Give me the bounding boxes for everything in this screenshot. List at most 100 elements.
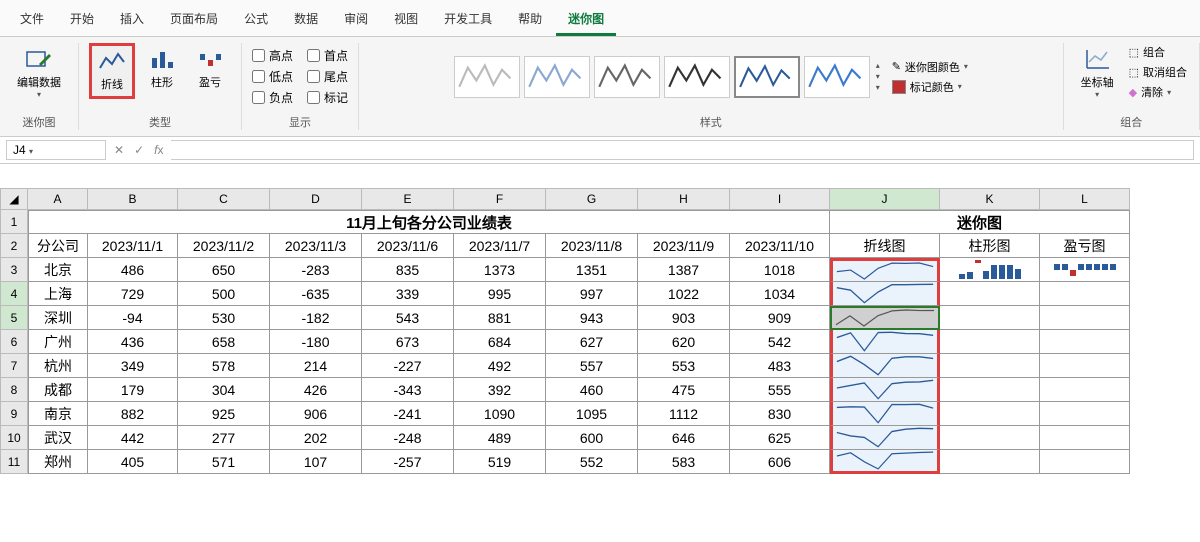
col-header-J[interactable]: J <box>830 188 940 210</box>
data-cell[interactable]: 553 <box>638 354 730 378</box>
sparkline-line-cell[interactable] <box>830 354 940 378</box>
header-cell[interactable]: 2023/11/6 <box>362 234 454 258</box>
data-cell[interactable]: 277 <box>178 426 270 450</box>
data-cell[interactable]: 997 <box>546 282 638 306</box>
formula-bar[interactable] <box>171 140 1194 160</box>
city-cell[interactable]: 杭州 <box>28 354 88 378</box>
col-header-B[interactable]: B <box>88 188 178 210</box>
empty-cell[interactable] <box>1040 426 1130 450</box>
empty-cell[interactable] <box>940 426 1040 450</box>
header-cell[interactable]: 2023/11/9 <box>638 234 730 258</box>
data-cell[interactable]: -241 <box>362 402 454 426</box>
city-cell[interactable]: 南京 <box>28 402 88 426</box>
group-button[interactable]: ⬚组合 <box>1127 43 1189 61</box>
data-cell[interactable]: -227 <box>362 354 454 378</box>
col-header-E[interactable]: E <box>362 188 454 210</box>
data-cell[interactable]: 1373 <box>454 258 546 282</box>
data-cell[interactable]: 492 <box>454 354 546 378</box>
data-cell[interactable]: 620 <box>638 330 730 354</box>
data-cell[interactable]: 882 <box>88 402 178 426</box>
mini-header-cell[interactable]: 迷你图 <box>830 210 1130 234</box>
tab-公式[interactable]: 公式 <box>232 4 280 36</box>
empty-cell[interactable] <box>940 306 1040 330</box>
data-cell[interactable]: -635 <box>270 282 362 306</box>
axis-button[interactable]: 坐标轴 ▾ <box>1074 43 1121 104</box>
row-header-4[interactable]: 4 <box>0 282 28 306</box>
clear-button[interactable]: ◆清除▾ <box>1127 83 1189 101</box>
data-cell[interactable]: 552 <box>546 450 638 474</box>
header-cell[interactable]: 分公司 <box>28 234 88 258</box>
data-cell[interactable]: 943 <box>546 306 638 330</box>
data-cell[interactable]: 179 <box>88 378 178 402</box>
col-header-I[interactable]: I <box>730 188 830 210</box>
tab-开发工具[interactable]: 开发工具 <box>432 4 504 36</box>
data-cell[interactable]: 489 <box>454 426 546 450</box>
sparkline-line-cell[interactable] <box>830 306 940 330</box>
tab-页面布局[interactable]: 页面布局 <box>158 4 230 36</box>
header-cell[interactable]: 2023/11/8 <box>546 234 638 258</box>
style-preset-1[interactable] <box>524 56 590 98</box>
style-preset-4[interactable] <box>734 56 800 98</box>
data-cell[interactable]: 835 <box>362 258 454 282</box>
data-cell[interactable]: 600 <box>546 426 638 450</box>
data-cell[interactable]: 475 <box>638 378 730 402</box>
spreadsheet-grid[interactable]: ◢ABCDEFGHIJKL111月上旬各分公司业绩表迷你图2分公司2023/11… <box>0 188 1200 474</box>
header-cell[interactable]: 2023/11/2 <box>178 234 270 258</box>
data-cell[interactable]: -180 <box>270 330 362 354</box>
select-all-corner[interactable]: ◢ <box>0 188 28 210</box>
sparkline-line-cell[interactable] <box>830 282 940 306</box>
sparkline-line-button[interactable]: 折线 <box>89 43 135 99</box>
data-cell[interactable]: 339 <box>362 282 454 306</box>
cancel-formula-icon[interactable]: ✕ <box>114 143 124 157</box>
sparkline-winloss-cell[interactable] <box>1040 258 1130 282</box>
empty-cell[interactable] <box>1040 378 1130 402</box>
data-cell[interactable]: 304 <box>178 378 270 402</box>
check-neg-point[interactable]: 负点 <box>252 89 293 106</box>
empty-cell[interactable] <box>1040 354 1130 378</box>
col-header-K[interactable]: K <box>940 188 1040 210</box>
row-header-5[interactable]: 5 <box>0 306 28 330</box>
col-header-F[interactable]: F <box>454 188 546 210</box>
city-cell[interactable]: 上海 <box>28 282 88 306</box>
data-cell[interactable]: 486 <box>88 258 178 282</box>
col-header-G[interactable]: G <box>546 188 638 210</box>
check-last-point[interactable]: 尾点 <box>307 68 348 85</box>
data-cell[interactable]: 555 <box>730 378 830 402</box>
empty-cell[interactable] <box>940 450 1040 474</box>
empty-cell[interactable] <box>940 282 1040 306</box>
data-cell[interactable]: 436 <box>88 330 178 354</box>
data-cell[interactable]: 658 <box>178 330 270 354</box>
empty-cell[interactable] <box>1040 450 1130 474</box>
check-low-point[interactable]: 低点 <box>252 68 293 85</box>
data-cell[interactable]: 460 <box>546 378 638 402</box>
header-cell[interactable]: 折线图 <box>830 234 940 258</box>
data-cell[interactable]: 925 <box>178 402 270 426</box>
marker-color-button[interactable]: 标记颜色▾ <box>892 79 968 95</box>
data-cell[interactable]: 578 <box>178 354 270 378</box>
data-cell[interactable]: 903 <box>638 306 730 330</box>
empty-cell[interactable] <box>940 402 1040 426</box>
check-first-point[interactable]: 首点 <box>307 47 348 64</box>
data-cell[interactable]: 392 <box>454 378 546 402</box>
edit-data-button[interactable]: 编辑数据 ▾ <box>10 43 68 104</box>
ungroup-button[interactable]: ⬚取消组合 <box>1127 63 1189 81</box>
row-header-3[interactable]: 3 <box>0 258 28 282</box>
header-cell[interactable]: 2023/11/10 <box>730 234 830 258</box>
data-cell[interactable]: 405 <box>88 450 178 474</box>
empty-cell[interactable] <box>1040 306 1130 330</box>
data-cell[interactable]: 530 <box>178 306 270 330</box>
sparkline-column-button[interactable]: 柱形 <box>141 43 183 95</box>
data-cell[interactable]: 729 <box>88 282 178 306</box>
data-cell[interactable]: 583 <box>638 450 730 474</box>
data-cell[interactable]: 543 <box>362 306 454 330</box>
style-gallery[interactable]: ▴▾▾ <box>454 56 880 98</box>
empty-cell[interactable] <box>1040 402 1130 426</box>
data-cell[interactable]: 1022 <box>638 282 730 306</box>
fx-icon[interactable]: fx <box>154 143 163 157</box>
empty-cell[interactable] <box>1040 282 1130 306</box>
data-cell[interactable]: 483 <box>730 354 830 378</box>
city-cell[interactable]: 北京 <box>28 258 88 282</box>
data-cell[interactable]: 881 <box>454 306 546 330</box>
title-cell[interactable]: 11月上旬各分公司业绩表 <box>28 210 830 234</box>
data-cell[interactable]: -343 <box>362 378 454 402</box>
